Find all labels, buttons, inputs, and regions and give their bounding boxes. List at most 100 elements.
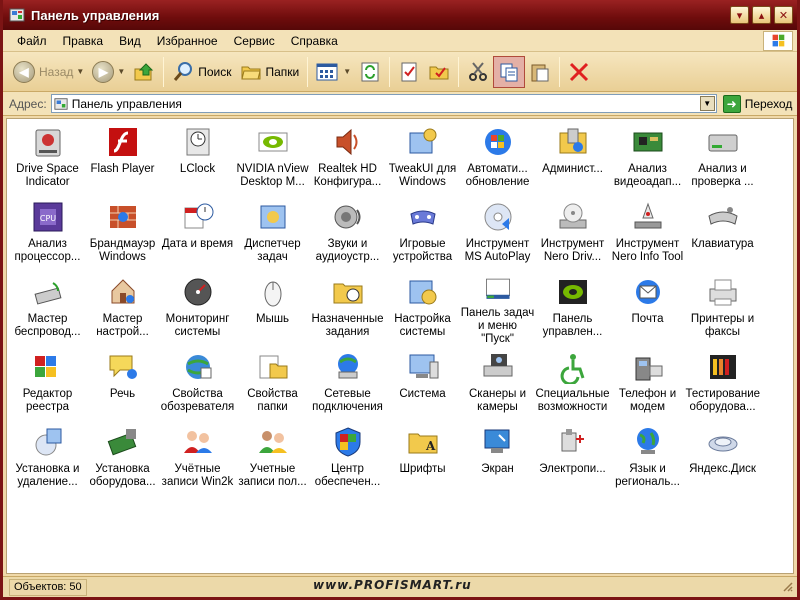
control-panel-item[interactable]: Установка оборудова... bbox=[85, 421, 160, 496]
chevron-down-icon[interactable]: ▼ bbox=[117, 67, 125, 76]
control-panel-item[interactable]: Анализ видеоадап... bbox=[610, 121, 685, 196]
views-button[interactable]: ▼ bbox=[312, 56, 355, 88]
control-panel-item[interactable]: Flash Player bbox=[85, 121, 160, 196]
copy-button[interactable] bbox=[493, 55, 526, 88]
control-panel-item[interactable]: Система bbox=[385, 346, 460, 421]
resize-grip-icon[interactable] bbox=[781, 580, 793, 592]
item-label: Панель управлен... bbox=[542, 313, 603, 338]
close-button[interactable]: ✕ bbox=[774, 6, 793, 24]
address-input[interactable]: Панель управления ▼ bbox=[50, 94, 717, 113]
control-panel-item[interactable]: Мастер настрой... bbox=[85, 271, 160, 346]
back-button[interactable]: ◀ Назад ▼ bbox=[9, 56, 88, 88]
delete-button[interactable] bbox=[564, 56, 594, 88]
folder-check-icon bbox=[429, 66, 449, 79]
control-panel-item[interactable]: Тестирование оборудова... bbox=[685, 346, 760, 421]
forward-button[interactable]: ▶ ▼ bbox=[88, 56, 129, 88]
control-panel-item[interactable]: Учетные записи пол... bbox=[235, 421, 310, 496]
menu-favorites[interactable]: Избранное bbox=[149, 31, 226, 51]
control-panel-item[interactable]: Специальные возможности bbox=[535, 346, 610, 421]
control-panel-item[interactable]: Яндекс.Диск bbox=[685, 421, 760, 496]
system-icon bbox=[409, 354, 438, 379]
menu-file[interactable]: Файл bbox=[9, 31, 55, 51]
control-panel-item[interactable]: Почта bbox=[610, 271, 685, 346]
go-button[interactable]: ➜ Переход bbox=[722, 94, 792, 113]
control-panel-item[interactable]: Панель задач и меню "Пуск" bbox=[460, 271, 535, 346]
scissors-icon bbox=[469, 61, 488, 81]
chevron-down-icon[interactable]: ▼ bbox=[76, 67, 84, 76]
item-label: Центр обеспечен... bbox=[314, 463, 381, 488]
minimize-button[interactable]: ▾ bbox=[730, 6, 749, 24]
title-bar[interactable]: Панель управления ▾ ▴ ✕ bbox=[3, 0, 797, 30]
folder-up-icon bbox=[134, 62, 154, 80]
control-panel-item[interactable]: Админист... bbox=[535, 121, 610, 196]
control-panel-item[interactable]: Настройка системы bbox=[385, 271, 460, 346]
toolbar-separator bbox=[559, 56, 561, 87]
control-panel-item[interactable]: Инструмент MS AutoPlay bbox=[460, 196, 535, 271]
control-panel-item[interactable]: Электропи... bbox=[535, 421, 610, 496]
control-panel-item[interactable]: Мастер беспровод... bbox=[10, 271, 85, 346]
control-panel-item[interactable]: Учётные записи Win2k bbox=[160, 421, 235, 496]
regional-icon bbox=[636, 428, 659, 454]
control-panel-item[interactable]: Экран bbox=[460, 421, 535, 496]
speech-icon bbox=[109, 355, 137, 379]
menu-tools[interactable]: Сервис bbox=[226, 31, 283, 51]
cpuz-icon: CPU bbox=[33, 202, 62, 232]
chevron-down-icon[interactable]: ▼ bbox=[343, 67, 351, 76]
address-dropdown-button[interactable]: ▼ bbox=[699, 96, 715, 111]
control-panel-item[interactable]: Редактор реестра bbox=[10, 346, 85, 421]
control-panel-item[interactable]: Инструмент Nero Driv... bbox=[535, 196, 610, 271]
menu-view[interactable]: Вид bbox=[111, 31, 149, 51]
up-button[interactable] bbox=[129, 56, 159, 88]
folder-check-button[interactable] bbox=[424, 56, 454, 88]
control-panel-item[interactable]: Клавиатура bbox=[685, 196, 760, 271]
item-label: Яндекс.Диск bbox=[689, 463, 756, 475]
control-panel-item[interactable]: Свойства папки bbox=[235, 346, 310, 421]
control-panel-item[interactable]: Телефон и модем bbox=[610, 346, 685, 421]
datetime-icon bbox=[184, 203, 213, 229]
control-panel-item[interactable]: Сканеры и камеры bbox=[460, 346, 535, 421]
toolbar-separator bbox=[307, 56, 309, 87]
windows-logo-icon bbox=[763, 31, 793, 51]
search-button[interactable]: Поиск bbox=[168, 56, 235, 88]
control-panel-item[interactable]: Дата и время bbox=[160, 196, 235, 271]
cut-button[interactable] bbox=[463, 56, 493, 88]
control-panel-item[interactable]: Брандмауэр Windows bbox=[85, 196, 160, 271]
tasks-button[interactable] bbox=[394, 56, 424, 88]
sync-button[interactable] bbox=[355, 56, 385, 88]
control-panel-item[interactable]: Центр обеспечен... bbox=[310, 421, 385, 496]
control-panel-item[interactable]: Принтеры и факсы bbox=[685, 271, 760, 346]
control-panel-item[interactable]: Свойства обозревателя bbox=[160, 346, 235, 421]
control-panel-item[interactable]: Язык и региональ... bbox=[610, 421, 685, 496]
control-panel-item[interactable]: Realtek HD Конфигура... bbox=[310, 121, 385, 196]
control-panel-item[interactable]: Звуки и аудиоустр... bbox=[310, 196, 385, 271]
paste-button[interactable] bbox=[525, 56, 555, 88]
control-panel-item[interactable]: LClock bbox=[160, 121, 235, 196]
item-label: Админист... bbox=[542, 163, 603, 175]
control-panel-item[interactable]: Автомати... обновление bbox=[460, 121, 535, 196]
control-panel-item[interactable]: Диспетчер задач bbox=[235, 196, 310, 271]
menu-help[interactable]: Справка bbox=[283, 31, 346, 51]
control-panel-item[interactable]: NVIDIA nView Desktop M... bbox=[235, 121, 310, 196]
control-panel-item[interactable]: CPU Анализ процессор... bbox=[10, 196, 85, 271]
control-panel-item[interactable]: TweakUI для Windows bbox=[385, 121, 460, 196]
control-panel-item[interactable]: Анализ и проверка ... bbox=[685, 121, 760, 196]
control-panel-item[interactable]: Инструмент Nero Info Tool bbox=[610, 196, 685, 271]
control-panel-item[interactable]: Панель управлен... bbox=[535, 271, 610, 346]
menu-edit[interactable]: Правка bbox=[55, 31, 112, 51]
control-panel-item[interactable]: Сетевые подключения bbox=[310, 346, 385, 421]
control-panel-item[interactable]: Установка и удаление... bbox=[10, 421, 85, 496]
item-label: Игровые устройства bbox=[392, 238, 453, 263]
control-panel-item[interactable]: Мониторинг системы bbox=[160, 271, 235, 346]
paste-icon bbox=[531, 64, 549, 81]
control-panel-item[interactable]: Назначенные задания bbox=[310, 271, 385, 346]
control-panel-item[interactable]: A Шрифты bbox=[385, 421, 460, 496]
control-panel-item[interactable]: Drive Space Indicator bbox=[10, 121, 85, 196]
control-panel-item[interactable]: Мышь bbox=[235, 271, 310, 346]
control-panel-item[interactable]: Речь bbox=[85, 346, 160, 421]
speaker-icon bbox=[336, 128, 357, 156]
folders-button[interactable]: Папки bbox=[236, 56, 304, 88]
maximize-button[interactable]: ▴ bbox=[752, 6, 771, 24]
control-panel-item[interactable]: Игровые устройства bbox=[385, 196, 460, 271]
sync-icon bbox=[361, 62, 379, 81]
folder-options-icon bbox=[259, 355, 287, 379]
